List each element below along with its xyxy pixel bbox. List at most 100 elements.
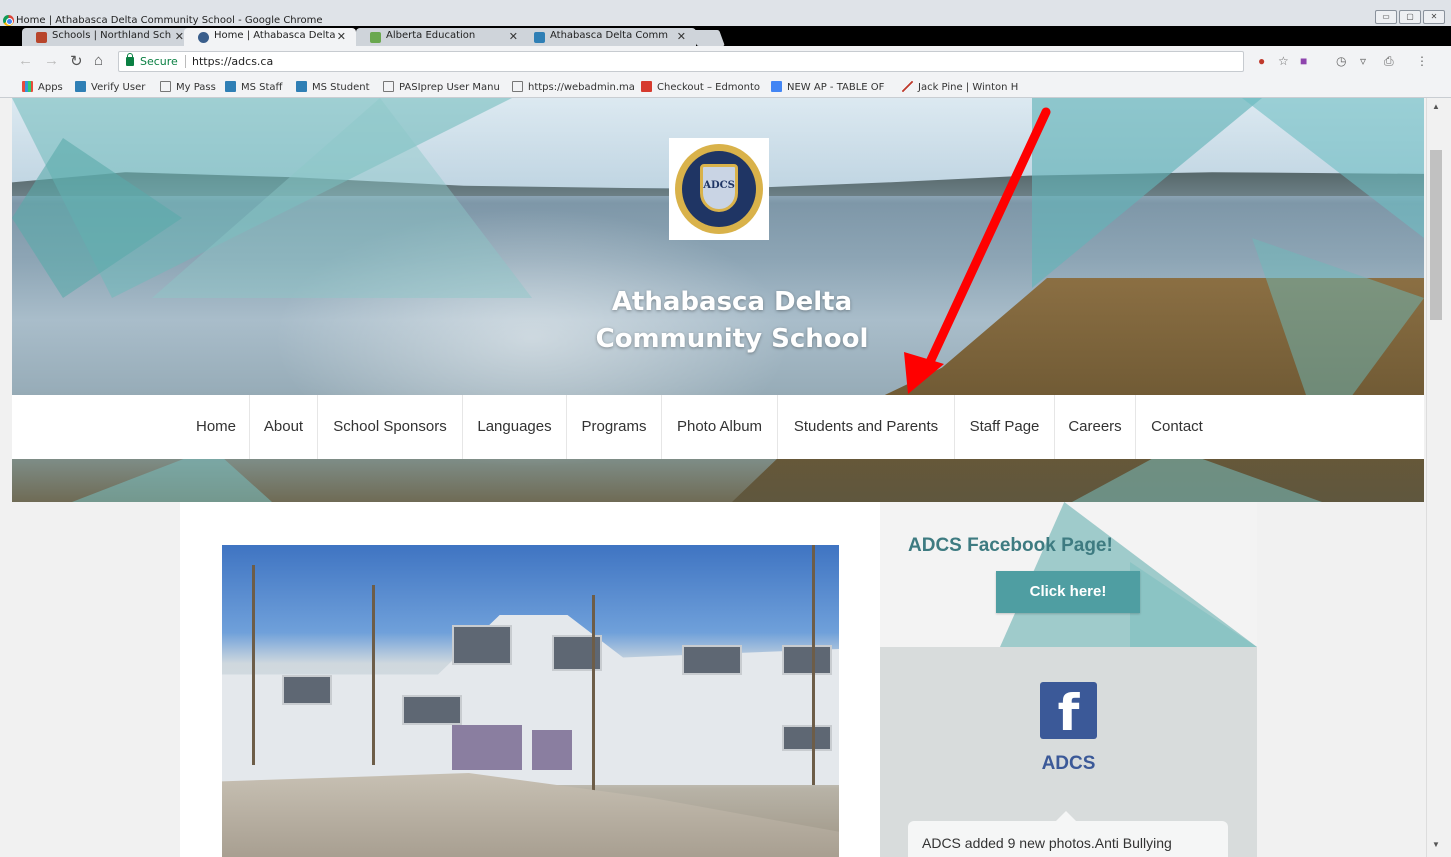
bookmark-label: Verify User [91,82,146,93]
bookmark-label: MS Staff [241,82,283,93]
divider [185,55,186,68]
bookmark-label: NEW AP - TABLE OF [787,82,885,93]
nav-about[interactable]: About [250,395,318,459]
building-window [452,625,512,665]
tree [252,565,255,765]
page-icon [383,81,394,92]
bookmark-label: Jack Pine | Winton H [918,82,1019,93]
bookmark-label: PASIprep User Manu [399,82,500,93]
home-icon[interactable]: ⌂ [94,52,103,69]
bookmark-webadmin[interactable]: https://webadmin.ma [512,81,635,93]
facebook-promo: ADCS Facebook Page! Click here! [880,502,1257,647]
facebook-page-name[interactable]: ADCS [880,753,1257,775]
tree [592,595,595,795]
page-icon [512,81,523,92]
tab-athabasca-delta-comm[interactable]: Athabasca Delta Comm ✕ [520,28,696,46]
school-title[interactable]: Athabasca Delta Community School [552,284,912,358]
building-window [682,645,742,675]
url-text[interactable]: https://adcs.ca [192,55,273,68]
building-window [782,645,832,675]
bookmark-icon [225,81,236,92]
extension-icon[interactable]: ● [1258,54,1265,68]
building-door [452,725,522,770]
bookmark-pasiprep[interactable]: PASIprep User Manu [383,81,500,93]
tree [812,545,815,785]
bookmark-icon [296,81,307,92]
building-window [782,725,832,751]
bookmark-label: Checkout – Edmonto [657,82,761,93]
extension-icon[interactable]: ▿ [1360,54,1366,68]
close-tab-icon[interactable]: ✕ [677,30,686,43]
bookmark-label: https://webadmin.ma [528,82,635,93]
sidebar: ADCS Facebook Page! Click here! f ADCS A… [880,502,1257,857]
extension-icon[interactable]: ⎙ [1384,54,1394,69]
nav-programs[interactable]: Programs [567,395,662,459]
bookmark-verify-user[interactable]: Verify User [75,81,145,93]
scroll-down-icon[interactable]: ▼ [1432,840,1440,849]
tree [372,585,375,765]
bookmark-ms-student[interactable]: MS Student [296,81,370,93]
bookmark-new-ap[interactable]: NEW AP - TABLE OF [771,81,884,93]
building-window [282,675,332,705]
close-window-button[interactable]: ✕ [1423,10,1445,24]
bookmark-checkout[interactable]: Checkout – Edmonto [641,81,760,93]
menu-icon[interactable]: ⋮ [1416,54,1428,68]
page-viewport: Athabasca Delta Community School ADCS Ho… [0,98,1426,857]
tab-schools-northland[interactable]: Schools | Northland Sch ✕ [22,28,194,46]
tab-label: Athabasca Delta Comm [550,30,668,41]
page-scrollbar[interactable]: ▲ ▼ [1426,98,1451,857]
page-icon [160,81,171,92]
bookmark-icon [902,81,913,92]
tab-alberta-education[interactable]: Alberta Education ✕ [356,28,528,46]
new-tab-button[interactable] [691,30,725,46]
main-content [180,502,880,857]
close-tab-icon[interactable]: ✕ [175,30,184,43]
extension-icon[interactable]: ■ [1300,54,1307,68]
close-tab-icon[interactable]: ✕ [509,30,518,43]
nav-careers[interactable]: Careers [1055,395,1136,459]
nav-languages[interactable]: Languages [463,395,567,459]
extension-icon[interactable]: ◷ [1336,54,1346,68]
favicon-icon [198,32,209,43]
minimize-button[interactable]: ▭ [1375,10,1397,24]
reload-icon[interactable]: ↻ [70,52,83,70]
tab-home-athabasca[interactable]: Home | Athabasca Delta ✕ [184,28,356,46]
bookmark-label: MS Student [312,82,370,93]
scroll-thumb[interactable] [1430,150,1442,320]
nav-staff-page[interactable]: Staff Page [955,395,1055,459]
facebook-icon[interactable]: f [1040,682,1097,742]
facebook-widget: f ADCS ADCS added 9 new photos.Anti Bull… [880,647,1257,857]
facebook-click-button[interactable]: Click here! [996,571,1140,613]
back-icon[interactable]: ← [18,52,33,69]
school-logo[interactable]: ADCS [669,138,769,240]
bookmark-apps[interactable]: Apps [22,81,63,93]
nav-photo-album[interactable]: Photo Album [662,395,778,459]
chrome-logo-icon [3,15,14,26]
scroll-up-icon[interactable]: ▲ [1432,102,1440,111]
logo-text: ADCS [703,180,735,191]
nav-home[interactable]: Home [183,395,250,459]
nav-contact[interactable]: Contact [1136,395,1218,459]
maximize-button[interactable]: ▢ [1399,10,1421,24]
nav-students-and-parents[interactable]: Students and Parents [778,395,955,459]
school-building-photo[interactable] [222,545,839,857]
address-bar[interactable]: Secure https://adcs.ca [118,51,1244,72]
bookmark-label: My Pass [176,82,216,93]
nav-school-sponsors[interactable]: School Sponsors [318,395,463,459]
bookmark-my-pass[interactable]: My Pass [160,81,216,93]
tab-label: Schools | Northland Sch [52,30,172,41]
tab-strip: Schools | Northland Sch ✕ Home | Athabas… [0,26,1451,46]
favicon-icon [534,32,545,43]
apps-icon [22,81,33,92]
bookmark-ms-staff[interactable]: MS Staff [225,81,282,93]
close-tab-icon[interactable]: ✕ [337,30,346,43]
star-icon[interactable]: ☆ [1278,54,1289,68]
facebook-post[interactable]: ADCS added 9 new photos.Anti Bullying [908,811,1228,857]
secure-label: Secure [140,55,178,68]
building-driveway [222,773,839,857]
building-window [402,695,462,725]
bookmark-icon [641,81,652,92]
bookmark-jack-pine[interactable]: Jack Pine | Winton H [902,81,1018,93]
main-navigation: Home About School Sponsors Languages Pro… [12,395,1424,459]
forward-icon[interactable]: → [44,52,59,69]
